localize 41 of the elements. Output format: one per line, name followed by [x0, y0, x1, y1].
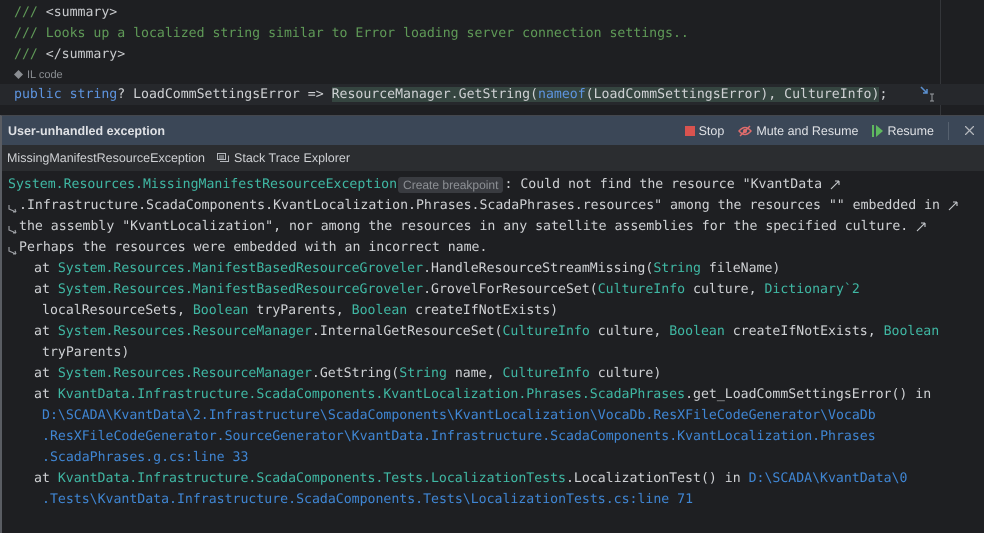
exception-message-text: Perhaps the resources were embedded with an incorrect name.	[19, 240, 488, 255]
stack-frame-text: at System.Resources.ManifestBasedResourceGroveler.GrovelForResourceSet(CultureInfo culture, Dictionary`2	[34, 282, 860, 297]
diamond-icon	[14, 70, 23, 79]
exception-message-text: : Could not find the resource "KvantData	[504, 177, 822, 192]
resume-button[interactable]: Resume	[872, 124, 934, 138]
stack-frame-text: at KvantData.Infrastructure.ScadaComponents.KvantLocalization.Phrases.ScadaPhrases.get_LoadCommSettingsError() in	[34, 387, 932, 402]
soft-wrap-icon	[8, 246, 17, 255]
stacked-windows-icon	[217, 152, 230, 164]
soft-wrap-icon	[8, 204, 17, 213]
code-line: /// </summary>	[14, 47, 126, 62]
soft-wrap-icon	[8, 225, 17, 234]
exception-type-label: MissingManifestResourceException	[7, 151, 206, 165]
stack-frame-text: localResourceSets, Boolean tryParents, Boolean createIfNotExists)	[42, 303, 558, 318]
exception-message-text: .Infrastructure.ScadaComponents.KvantLocalization.Phrases.ScadaPhrases.resources" among the resources "" embedded in	[19, 198, 940, 213]
file-path-link[interactable]: .Tests\KvantData.Infrastructure.ScadaComponents.Tests\LocalizationTests.cs:line 71	[42, 492, 694, 507]
stack-frame-text: at System.Resources.ResourceManager.InternalGetResourceSet(CultureInfo culture, Boolean createIfNotExists, Boolean	[34, 324, 940, 339]
close-button[interactable]	[963, 126, 976, 135]
stop-icon	[684, 126, 695, 136]
file-path-link[interactable]: .ScadaPhrases.g.cs:line 33	[42, 450, 248, 465]
il-code-hint[interactable]: IL code	[27, 68, 63, 80]
file-path-link[interactable]: .ResXFileCodeGenerator.SourceGenerator\KvantData.Infrastructure.ScadaComponents.KvantLocalization.Phrases	[42, 429, 876, 444]
code-line: public string? LoadCommSettingsError => ResourceManager.GetString(nameof(LoadCommSettingsError), CultureInfo);	[14, 87, 888, 102]
mute-and-resume-button[interactable]: Mute and Resume	[738, 124, 858, 138]
file-path-link[interactable]: D:\SCADA\KvantData\0	[748, 471, 908, 486]
create-breakpoint-button[interactable]: Create breakpoint	[398, 176, 504, 192]
stop-button[interactable]: Stop	[684, 124, 724, 138]
popup-title: User-unhandled exception	[8, 124, 166, 138]
cursor-arrow-icon	[920, 86, 936, 102]
stack-frame-text: at KvantData.Infrastructure.ScadaComponents.Tests.LocalizationTests.LocalizationTest() in	[34, 471, 742, 486]
resume-icon	[872, 124, 884, 136]
code-line: /// Looks up a localized string similar to Error loading server connection settings..	[14, 26, 689, 41]
close-icon	[965, 126, 974, 135]
exception-message-text: System.Resources.MissingManifestResourceException	[8, 177, 398, 192]
crossed-eye-icon	[738, 124, 752, 136]
stack-frame-text: at System.Resources.ManifestBasedResourceGroveler.HandleResourceStreamMissing(String fileName)	[34, 261, 780, 276]
stack-frame-text: at System.Resources.ResourceManager.GetString(String name, CultureInfo culture)	[34, 366, 662, 381]
exception-message-text: the assembly "KvantLocalization", nor among the resources in any satellite assemblies for the specified culture.	[19, 219, 908, 234]
stack-frame-text: tryParents)	[42, 345, 130, 360]
stack-trace-explorer-button[interactable]: Stack Trace Explorer	[217, 151, 350, 165]
code-line: /// <summary>	[14, 5, 118, 20]
file-path-link[interactable]: D:\SCADA\KvantData\2.Infrastructure\ScadaComponents\KvantLocalization\VocaDb.ResXFileCodeGenerator\VocaDb	[42, 408, 876, 423]
